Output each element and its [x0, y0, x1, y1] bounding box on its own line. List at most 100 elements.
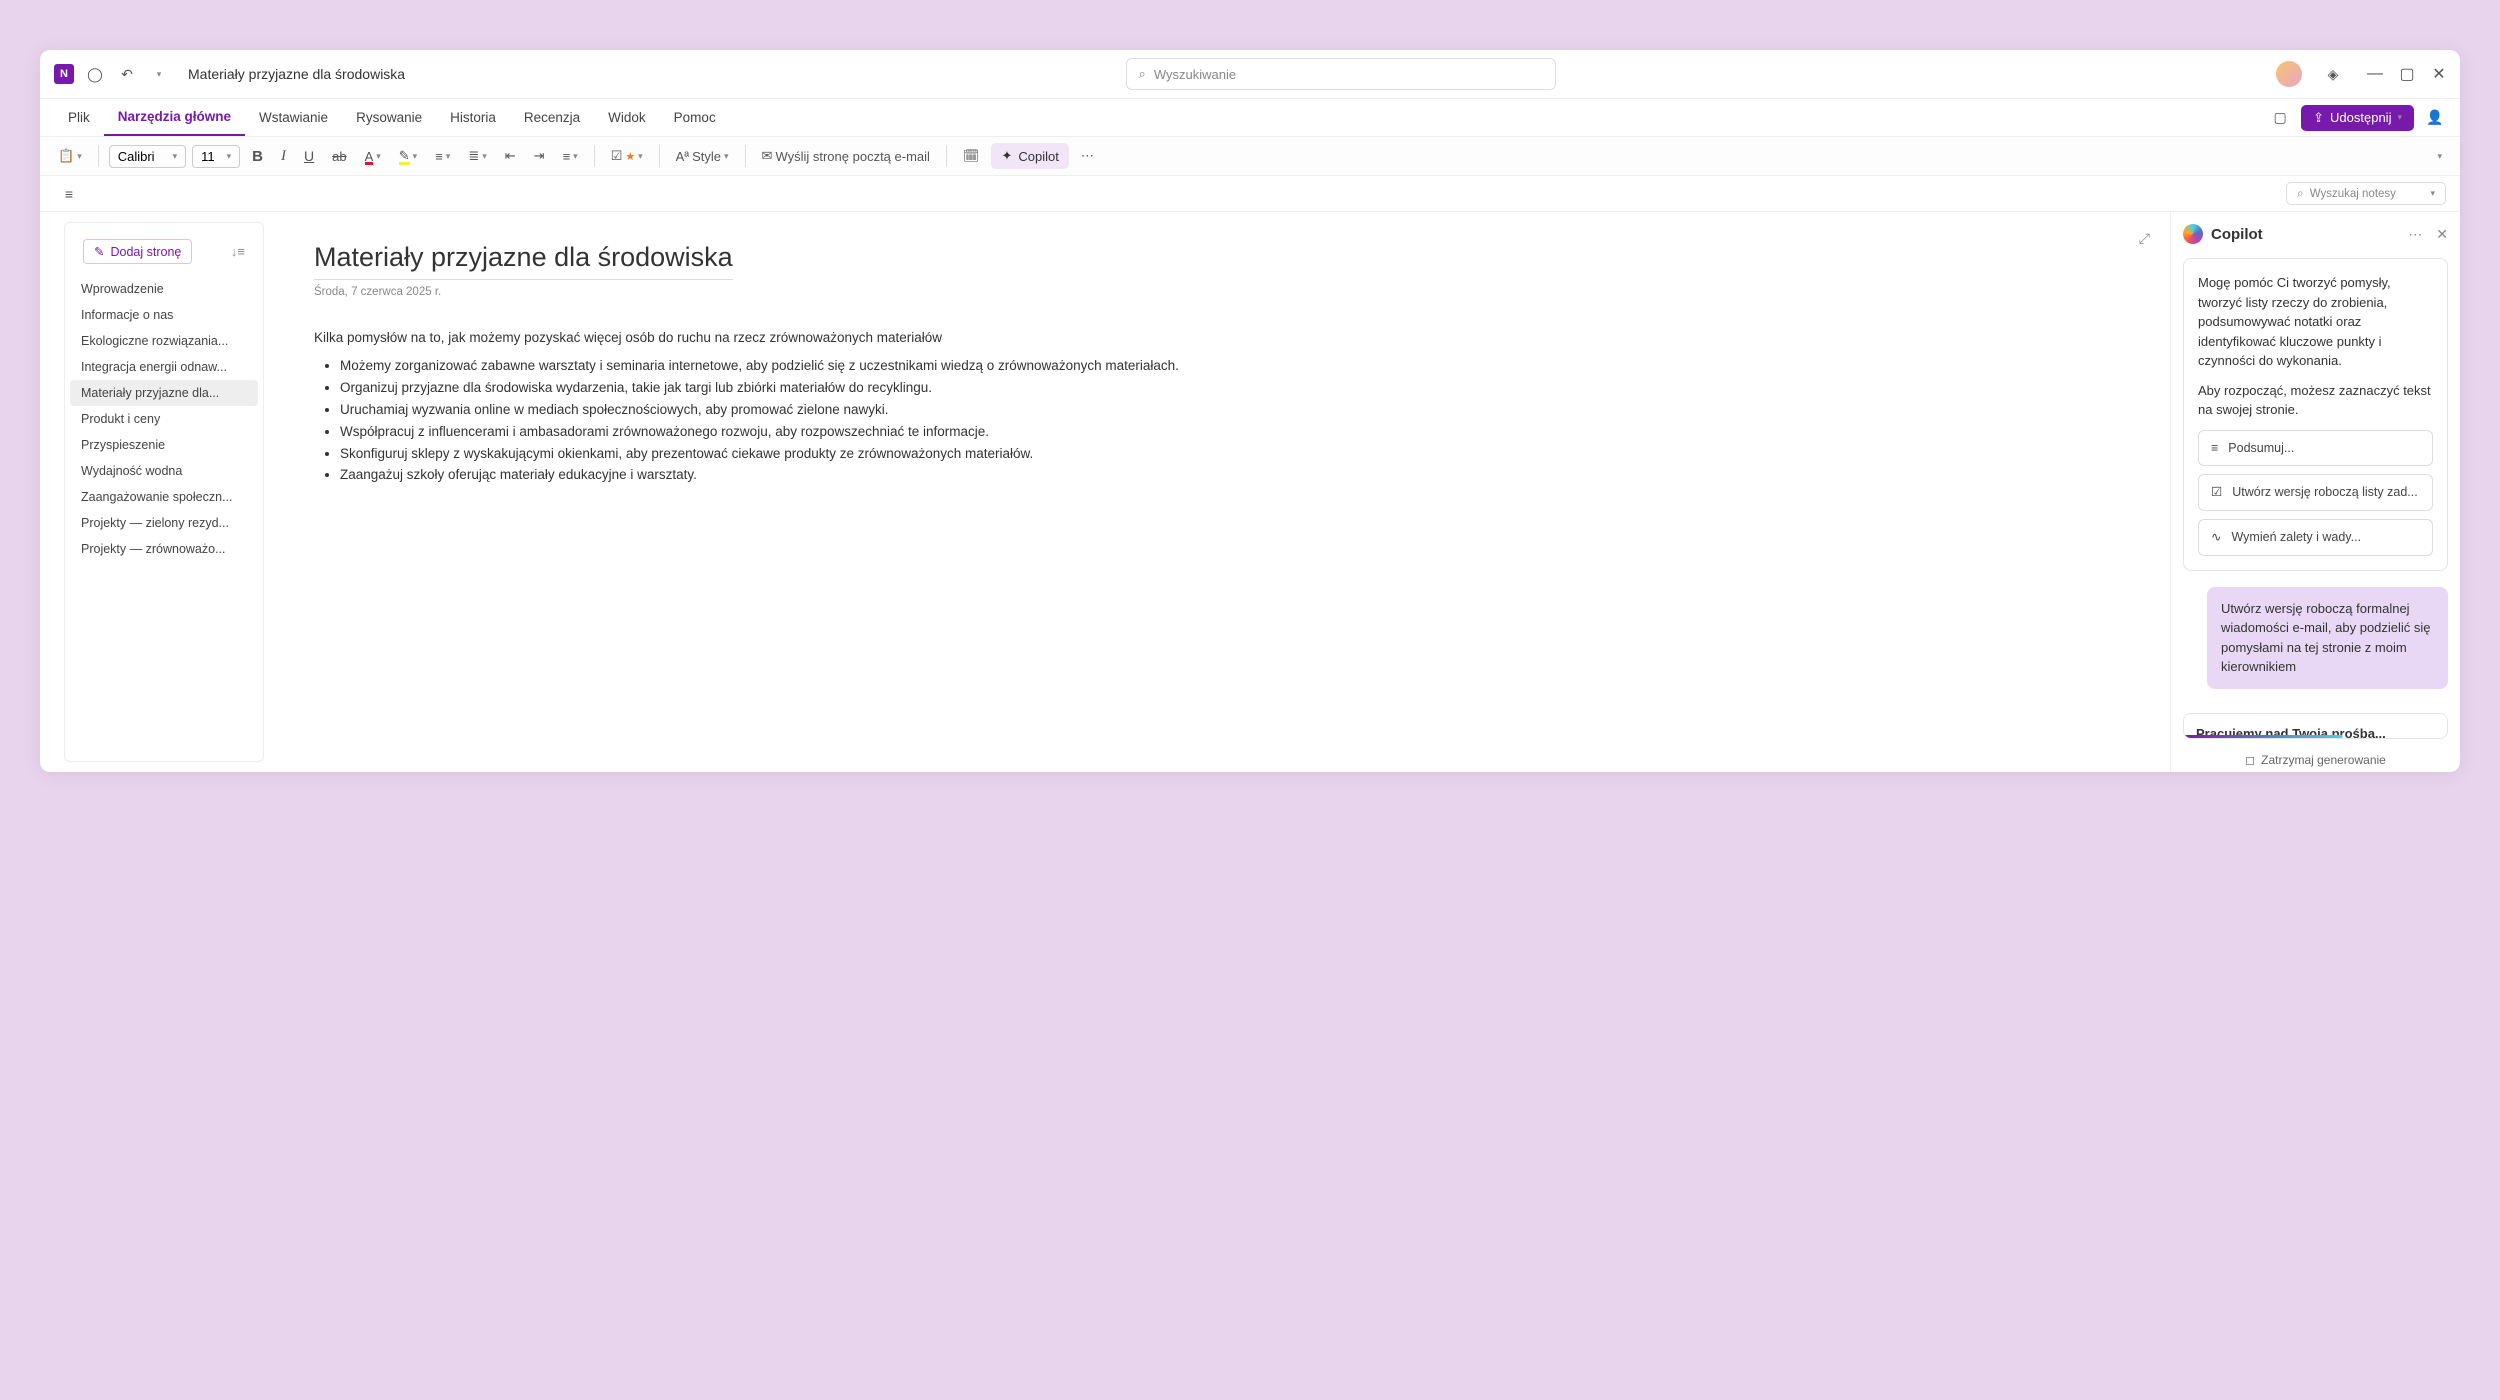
sidebar-page-item[interactable]: Ekologiczne rozwiązania... [65, 328, 263, 354]
copilot-panel-title: Copilot [2211, 226, 2394, 243]
note-bullet[interactable]: Zaangażuj szkoły oferując materiały eduk… [340, 466, 2120, 485]
copilot-intro-card: Mogę pomóc Ci tworzyć pomysły, tworzyć l… [2183, 258, 2448, 571]
sidebar-page-item[interactable]: Przyspieszenie [65, 432, 263, 458]
titlebar: N ◯ ↶ ▾ Materiały przyjazne dla środowis… [40, 50, 2460, 99]
more-options-button[interactable]: ⋯ [1075, 144, 1100, 168]
left-gutter [40, 212, 64, 772]
ribbon-mode-button[interactable]: ▢ [2269, 107, 2291, 129]
note-bullet[interactable]: Uruchamiaj wyzwania online w mediach spo… [340, 401, 2120, 420]
font-selector[interactable]: Calibri▾ [109, 145, 186, 168]
copilot-intro-text-2: Aby rozpocząć, możesz zaznaczyć tekst na… [2198, 381, 2433, 420]
tab-home[interactable]: Narzędzia główne [104, 99, 245, 136]
people-button[interactable]: 👤 [2424, 107, 2446, 129]
copilot-suggestion-draft-tasks[interactable]: ☑ Utwórz wersję roboczą listy zad... [2198, 474, 2433, 511]
meeting-details-button[interactable]: 🗓 [957, 144, 986, 168]
sidebar-page-item[interactable]: Informacje o nas [65, 302, 263, 328]
underline-button[interactable]: U [298, 144, 320, 168]
sidebar-page-item[interactable]: Projekty — zielony rezyd... [65, 510, 263, 536]
copilot-suggestion-summarize[interactable]: ≡ Podsumuj... [2198, 430, 2433, 467]
font-size-selector[interactable]: 11▾ [192, 145, 240, 168]
checkbox-icon: ☑ [2211, 483, 2222, 502]
copilot-toolbar-button[interactable]: ✦ Copilot [991, 143, 1068, 169]
email-page-button[interactable]: ✉ Wyślij stronę pocztą e-mail [756, 144, 936, 168]
strikethrough-button[interactable]: ab [326, 145, 352, 168]
tab-review[interactable]: Recenzja [510, 100, 594, 135]
copilot-logo-icon [2183, 224, 2203, 244]
copilot-suggestion-pros-cons[interactable]: ∿ Wymień zalety i wady... [2198, 519, 2433, 556]
tab-history[interactable]: Historia [436, 100, 510, 135]
bold-button[interactable]: B [246, 144, 269, 169]
subbar: ≡ ⌕ Wyszukaj notesy ▾ [40, 176, 2460, 212]
minimize-button[interactable]: ― [2368, 67, 2382, 81]
copilot-more-button[interactable]: ⋯ [2408, 226, 2422, 243]
add-page-button[interactable]: ✎ Dodaj stronę [83, 239, 192, 264]
add-page-icon: ✎ [94, 244, 104, 259]
collapse-ribbon-button[interactable]: ▾ [2431, 147, 2448, 166]
maximize-button[interactable]: ▢ [2400, 67, 2414, 81]
document-title: Materiały przyjazne dla środowiska [188, 66, 405, 82]
paste-button[interactable]: 📋▾ [52, 144, 88, 168]
note-intro[interactable]: Kilka pomysłów na to, jak możemy pozyska… [314, 330, 2120, 345]
notebook-search-input[interactable]: ⌕ Wyszukaj notesy ▾ [2286, 182, 2446, 205]
highlight-button[interactable]: ✎ ▾ [393, 144, 423, 168]
copilot-panel: Copilot ⋯ ✕ Mogę pomóc Ci tworzyć pomysł… [2170, 212, 2460, 772]
align-button[interactable]: ≡ ▾ [557, 145, 584, 168]
tab-file[interactable]: Plik [54, 100, 104, 135]
tab-draw[interactable]: Rysowanie [342, 100, 436, 135]
tab-help[interactable]: Pomoc [660, 100, 730, 135]
copilot-close-button[interactable]: ✕ [2436, 226, 2448, 243]
numbering-button[interactable]: ≣ ▾ [462, 144, 492, 168]
note-bullet[interactable]: Organizuj przyjazne dla środowiska wydar… [340, 379, 2120, 398]
copilot-stop-button[interactable]: ◻ Zatrzymaj generowanie [2183, 753, 2448, 767]
search-icon: ⌕ [1139, 66, 1146, 82]
user-avatar[interactable] [2276, 61, 2302, 87]
close-button[interactable]: ✕ [2432, 67, 2446, 81]
note-bullet[interactable]: Możemy zorganizować zabawne warsztaty i … [340, 357, 2120, 376]
sidebar-page-item[interactable]: Produkt i ceny [65, 406, 263, 432]
sort-pages-button[interactable]: ↓≡ [231, 244, 245, 259]
sidebar-page-item[interactable]: Wprowadzenie [65, 276, 263, 302]
sidebar-page-item[interactable]: Integracja energii odnaw... [65, 354, 263, 380]
home-toolbar: 📋▾ Calibri▾ 11▾ B I U ab A ▾ ✎ ▾ ≡ ▾ ≣ ▾… [40, 137, 2460, 176]
copilot-intro-text-1: Mogę pomóc Ci tworzyć pomysły, tworzyć l… [2198, 273, 2433, 371]
tab-insert[interactable]: Wstawianie [245, 100, 342, 135]
page-sidebar: ✎ Dodaj stronę ↓≡ WprowadzenieInformacje… [64, 222, 264, 762]
italic-button[interactable]: I [275, 144, 292, 169]
expand-icon[interactable]: ⤢ [2139, 230, 2150, 247]
tab-view[interactable]: Widok [594, 100, 660, 135]
mail-icon: ✉ [762, 148, 773, 164]
chevron-down-icon: ▾ [2430, 188, 2435, 199]
tags-button[interactable]: ☑★ ▾ [605, 144, 649, 168]
back-button[interactable]: ◯ [84, 63, 106, 85]
share-button[interactable]: ⇪ Udostępnij ▾ [2301, 105, 2414, 131]
sidebar-page-item[interactable]: Wydajność wodna [65, 458, 263, 484]
list-icon: ≡ [2211, 439, 2218, 458]
indent-button[interactable]: ⇥ [528, 144, 551, 168]
note-title[interactable]: Materiały przyjazne dla środowiska [314, 242, 733, 280]
copilot-status-card: Pracujemy nad Twoją prośbą... [2183, 713, 2448, 739]
stop-icon: ◻ [2245, 753, 2255, 767]
undo-button[interactable]: ↶ [116, 63, 138, 85]
styles-button[interactable]: Aª Style ▾ [670, 145, 735, 168]
search-input[interactable]: ⌕ Wyszukiwanie [1126, 58, 1556, 90]
sidebar-page-item[interactable]: Zaangażowanie społeczn... [65, 484, 263, 510]
sidebar-page-item[interactable]: Projekty — zrównoważo... [65, 536, 263, 562]
chevron-down-icon: ▾ [2397, 112, 2402, 123]
outdent-button[interactable]: ⇤ [499, 144, 522, 168]
content-area: ✎ Dodaj stronę ↓≡ WprowadzenieInformacje… [40, 212, 2460, 772]
search-icon: ⌕ [2297, 186, 2304, 201]
premium-icon[interactable]: ◈ [2322, 63, 2344, 85]
font-color-button[interactable]: A ▾ [359, 145, 387, 168]
note-bullet-list[interactable]: Możemy zorganizować zabawne warsztaty i … [314, 357, 2120, 485]
app-window: N ◯ ↶ ▾ Materiały przyjazne dla środowis… [40, 50, 2460, 772]
bullets-button[interactable]: ≡ ▾ [429, 145, 456, 168]
note-bullet[interactable]: Skonfiguruj sklepy z wyskakującymi okien… [340, 445, 2120, 464]
wave-icon: ∿ [2211, 528, 2221, 547]
nav-toggle-button[interactable]: ≡ [58, 183, 80, 205]
note-bullet[interactable]: Współpracuj z influencerami i ambasadora… [340, 423, 2120, 442]
sidebar-page-item[interactable]: Materiały przyjazne dla... [70, 380, 258, 406]
customize-quick-access[interactable]: ▾ [148, 63, 170, 85]
note-date: Środa, 7 czerwca 2025 r. [314, 286, 2120, 298]
copilot-user-message: Utwórz wersję roboczą formalnej wiadomoś… [2207, 587, 2448, 689]
note-canvas[interactable]: ⤢ Materiały przyjazne dla środowiska Śro… [264, 212, 2170, 772]
